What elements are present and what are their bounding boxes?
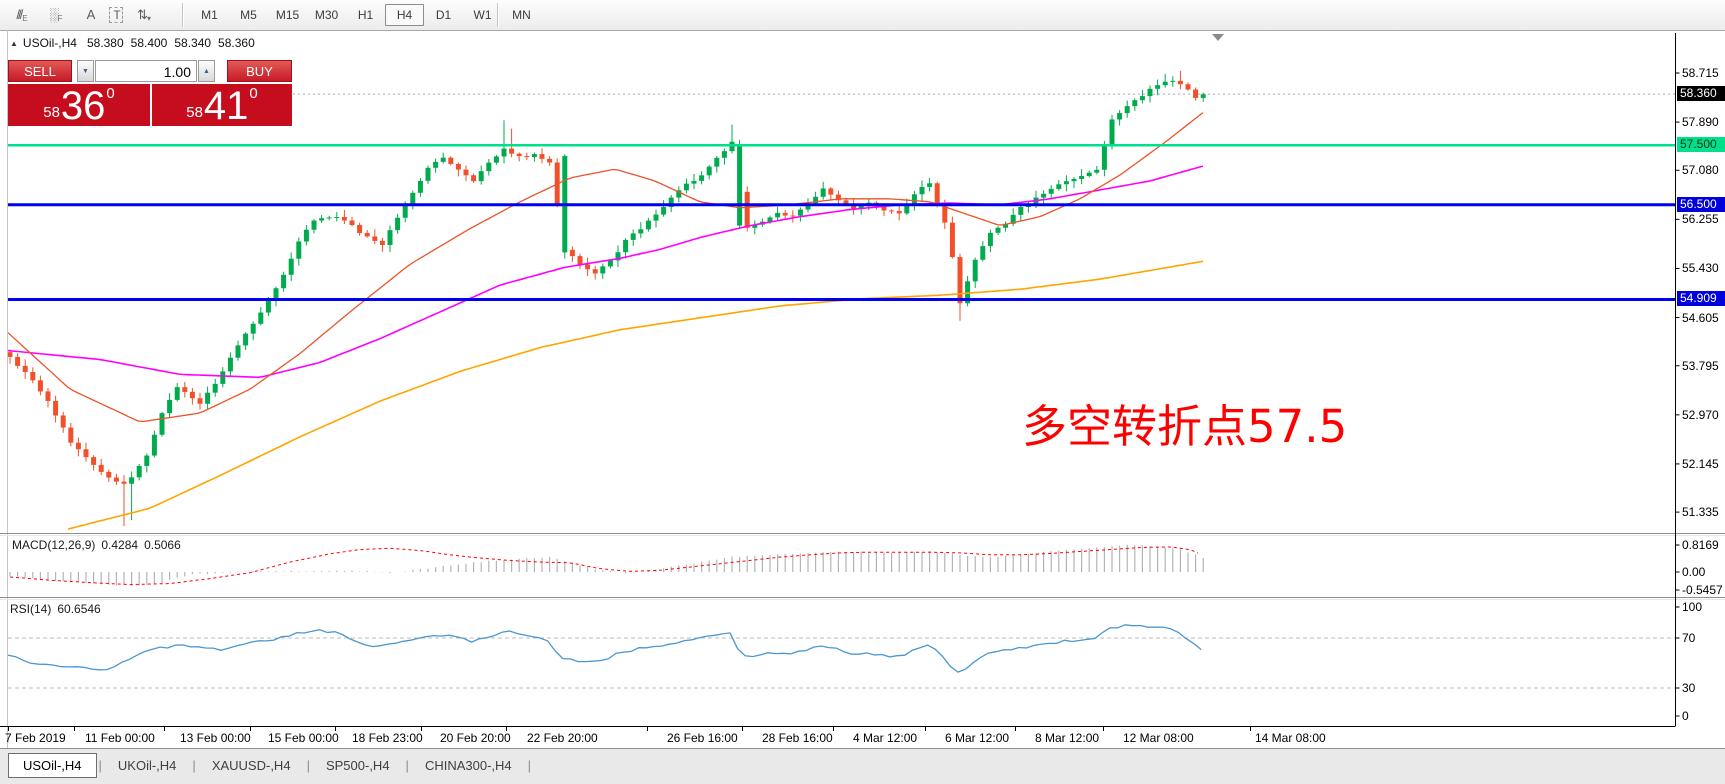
tab-separator: | <box>404 758 411 773</box>
chart-tab-china300h4[interactable]: CHINA300-,H4 <box>411 754 526 777</box>
time-axis-label: 11 Feb 00:00 <box>85 731 155 745</box>
time-axis-label: 4 Mar 12:00 <box>853 731 917 745</box>
volume-increase-button[interactable]: ▲ <box>198 60 215 82</box>
price-axis-label: 57.080 <box>1682 162 1719 178</box>
chart-tab-sp500h4[interactable]: SP500-,H4 <box>312 754 404 777</box>
rsi-axis-label: 100 <box>1682 599 1702 615</box>
price-axis-label: 56.255 <box>1682 211 1719 227</box>
time-axis-label: 15 Feb 00:00 <box>268 731 339 745</box>
sell-button[interactable]: SELL <box>8 60 72 82</box>
price-axis-label: 53.795 <box>1682 358 1719 374</box>
sell-price-display[interactable]: 58360 <box>8 84 150 126</box>
macd-axis-label: -0.5457 <box>1682 582 1723 598</box>
chart-tab-usoilh4[interactable]: USOil-,H4 <box>8 753 97 778</box>
time-axis-label: 7 Feb 2019 <box>5 731 66 745</box>
timeframe-button-H1[interactable]: H1 <box>346 4 385 26</box>
macd-axis-label: 0.8169 <box>1682 537 1719 553</box>
toolbar: ///E░FAT⇅▾ M1M5M15M30H1H4D1W1MN <box>0 0 1725 31</box>
timeframe-button-MN[interactable]: MN <box>502 4 541 26</box>
symbol-name: USOil-,H4 <box>23 36 77 50</box>
toolbar-separator <box>497 3 499 27</box>
time-axis-label: 13 Feb 00:00 <box>180 731 251 745</box>
time-axis-label: 8 Mar 12:00 <box>1035 731 1099 745</box>
price-badge: 57.500 <box>1677 137 1725 152</box>
price-axis-label: 51.335 <box>1682 504 1719 520</box>
timeframe-button-D1[interactable]: D1 <box>424 4 463 26</box>
one-click-trading-panel: SELL ▼ 1.00 ▲ BUY 58360 58410 <box>8 58 292 128</box>
chart-tab-xauusdh4[interactable]: XAUUSD-,H4 <box>198 754 305 777</box>
timeframe-button-M5[interactable]: M5 <box>229 4 268 26</box>
ohlc-low: 58.340 <box>174 36 211 50</box>
macd-axis-label: 0.00 <box>1682 564 1705 580</box>
ohlc-high: 58.400 <box>131 36 168 50</box>
chart-annotation-text: 多空转折点57.5 <box>1022 390 1347 455</box>
rsi-axis-label: 30 <box>1682 680 1695 696</box>
price-axis-label: 58.715 <box>1682 65 1719 81</box>
time-axis-label: 20 Feb 20:00 <box>440 731 511 745</box>
sort-arrows-icon[interactable]: ⇅▾ <box>130 2 158 27</box>
volume-input[interactable]: 1.00 <box>95 60 197 82</box>
ohlc-open: 58.380 <box>87 36 124 50</box>
textbox-icon[interactable]: T <box>102 2 130 27</box>
rsi-value: 60.6546 <box>57 602 100 616</box>
tab-separator: | <box>190 758 197 773</box>
time-axis-label: 26 Feb 16:00 <box>667 731 738 745</box>
buy-button[interactable]: BUY <box>227 60 292 82</box>
macd-signal-value: 0.5066 <box>144 538 181 552</box>
price-badge: 56.500 <box>1677 197 1725 212</box>
rsi-axis-label: 70 <box>1682 630 1695 646</box>
tab-separator: | <box>97 758 104 773</box>
price-axis-label: 52.145 <box>1682 456 1719 472</box>
chart-window: ▲ USOil-,H4 58.380 58.400 58.340 58.360 SELL … <box>0 30 1725 748</box>
ohlc-close: 58.360 <box>218 36 255 50</box>
down-arrow-icon: ▼ <box>82 68 89 75</box>
volume-decrease-button[interactable]: ▼ <box>77 60 94 82</box>
price-badge: 54.909 <box>1677 291 1725 306</box>
patterns-icon[interactable]: ///E <box>8 2 36 27</box>
tab-separator: | <box>526 758 533 773</box>
up-arrow-icon: ▲ <box>203 68 210 75</box>
mt4-terminal: ///E░FAT⇅▾ M1M5M15M30H1H4D1W1MN ▲ USOil-,… <box>0 0 1725 784</box>
timeframe-button-H4[interactable]: H4 <box>385 4 424 26</box>
time-axis-label: 28 Feb 16:00 <box>762 731 833 745</box>
symbol-info-bar: ▲ USOil-,H4 58.380 58.400 58.340 58.360 <box>10 36 262 50</box>
timeframe-button-M1[interactable]: M1 <box>190 4 229 26</box>
toolbar-separator <box>182 3 184 27</box>
rsi-axis-label: 0 <box>1682 708 1689 724</box>
rsi-indicator-label: RSI(14)60.6546 <box>10 602 107 616</box>
collapse-panel-icon[interactable]: ▲ <box>10 39 18 48</box>
timeframe-buttons: M1M5M15M30H1H4D1W1MN <box>190 2 541 28</box>
price-axis-label: 55.430 <box>1682 260 1719 276</box>
buy-price-display[interactable]: 58410 <box>152 84 292 126</box>
time-axis-label: 6 Mar 12:00 <box>945 731 1009 745</box>
price-chart-canvas[interactable] <box>0 30 1725 748</box>
font-icon[interactable]: A <box>76 2 104 27</box>
macd-indicator-label: MACD(12,26,9)0.42840.5066 <box>12 538 187 552</box>
time-axis-label: 18 Feb 23:00 <box>352 731 423 745</box>
price-badge: 58.360 <box>1677 86 1725 101</box>
macd-value: 0.4284 <box>101 538 138 552</box>
time-axis-label: 14 Mar 08:00 <box>1255 731 1326 745</box>
timeframe-button-M15[interactable]: M15 <box>268 4 307 26</box>
price-axis-label: 52.970 <box>1682 407 1719 423</box>
price-axis-label: 57.890 <box>1682 114 1719 130</box>
chart-tab-ukoilh4[interactable]: UKOil-,H4 <box>104 754 191 777</box>
timeframe-button-M30[interactable]: M30 <box>307 4 346 26</box>
time-axis-label: 12 Mar 08:00 <box>1123 731 1194 745</box>
price-axis-label: 54.605 <box>1682 310 1719 326</box>
grid-icon[interactable]: ░F <box>42 2 70 27</box>
chart-tabs-bar: USOil-,H4|UKOil-,H4|XAUUSD-,H4|SP500-,H4… <box>0 748 1725 784</box>
tab-separator: | <box>305 758 312 773</box>
time-axis-label: 22 Feb 20:00 <box>527 731 598 745</box>
